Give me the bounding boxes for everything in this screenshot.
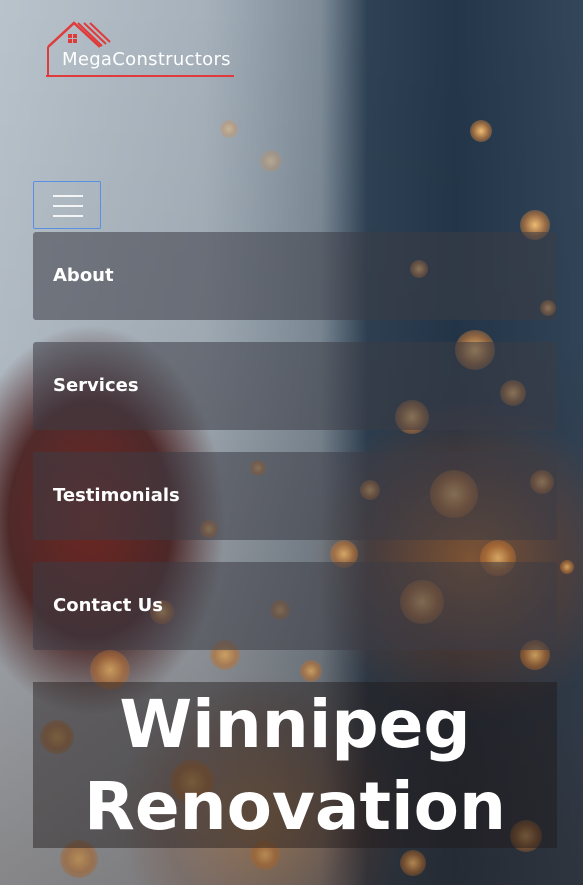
hero-title-line-2: Renovation [84,768,506,845]
nav-item-label: Contact Us [53,595,164,616]
nav-item-label: About [53,265,114,286]
brand-logo[interactable]: MegaConstructors [44,20,276,80]
page: MegaConstructors About Services Testimon… [0,0,583,885]
hero-banner: Winnipeg Renovation [33,682,557,848]
nav-item-label: Services [53,375,139,396]
brand-name: MegaConstructors [62,49,231,70]
menu-toggle-button[interactable] [33,181,101,229]
nav-item-contact-us[interactable]: Contact Us [33,562,557,650]
nav-item-about[interactable]: About [33,232,557,320]
nav-item-label: Testimonials [53,485,180,506]
hero-title-line-1: Winnipeg [119,686,471,763]
nav-item-testimonials[interactable]: Testimonials [33,452,557,540]
nav-item-services[interactable]: Services [33,342,557,430]
